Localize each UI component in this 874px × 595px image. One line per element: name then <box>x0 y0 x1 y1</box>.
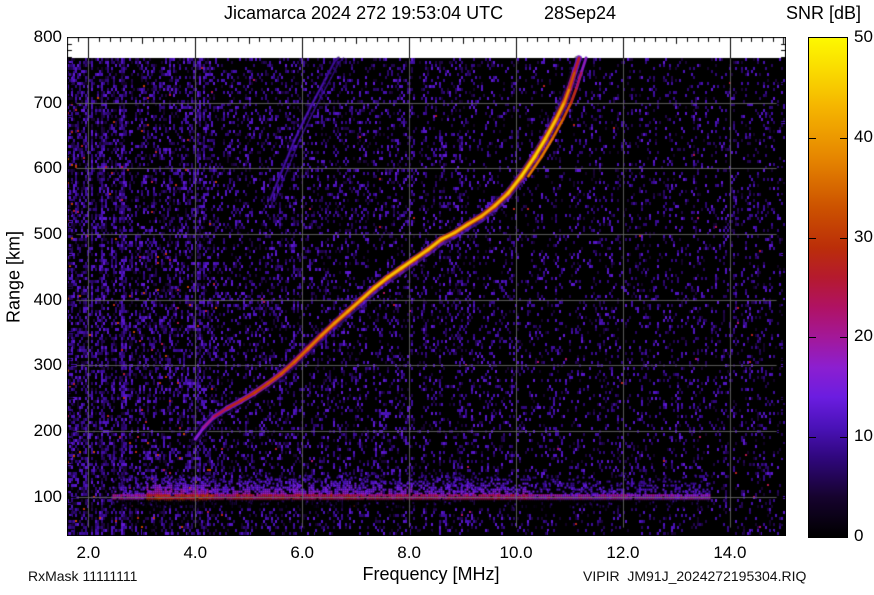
x-tick-label: 4.0 <box>183 543 208 562</box>
colorbar-title: SNR [dB] <box>786 3 862 23</box>
colorbar <box>808 37 848 538</box>
colorbar-tick-label: 50 <box>854 27 873 46</box>
colorbar-tick-label: 10 <box>854 426 873 446</box>
x-axis-label: Frequency [MHz] <box>362 564 500 584</box>
plot-area <box>67 37 786 536</box>
y-tick-label: 500 <box>33 223 62 243</box>
colorbar-tick <box>840 137 847 139</box>
colorbar-tick-label: 30 <box>854 226 873 246</box>
x-tick-label: 2.0 <box>76 543 101 562</box>
source-file-text: VIPIR JM91J_2024272195304.RIQ <box>583 568 807 584</box>
x-tick-label: 10.0 <box>499 543 533 562</box>
x-tick-label: 6.0 <box>290 543 315 562</box>
colorbar-tick-label: 40 <box>854 126 873 146</box>
ionogram-canvas <box>67 37 786 536</box>
y-tick-label: 700 <box>33 92 62 112</box>
rx-mask-text: RxMask 11111111 <box>28 568 138 584</box>
y-axis-label: Range [km] <box>3 230 24 324</box>
colorbar-tick <box>809 237 816 239</box>
plot-title: Jicamarca 2024 272 19:53:04 UTC <box>224 3 504 23</box>
y-tick-label: 200 <box>33 420 62 440</box>
y-tick-label: 600 <box>33 158 62 178</box>
colorbar-tick <box>840 437 847 439</box>
y-tick-label: 400 <box>33 289 62 309</box>
colorbar-tick <box>809 137 816 139</box>
y-tick-label: 300 <box>33 355 62 375</box>
x-tick-label: 12.0 <box>606 543 640 562</box>
colorbar-tick <box>840 237 847 239</box>
colorbar-tick-label: 20 <box>854 326 873 346</box>
y-tick-label: 800 <box>33 27 62 46</box>
x-tick-label: 8.0 <box>397 543 421 562</box>
colorbar-tick <box>809 437 816 439</box>
plot-date: 28Sep24 <box>544 3 617 23</box>
colorbar-tick-label: 0 <box>854 526 864 545</box>
ionogram-screen: Jicamarca 2024 272 19:53:04 UTC 28Sep24 … <box>0 0 874 595</box>
colorbar-tick <box>840 337 847 339</box>
x-tick-label: 14.0 <box>713 543 747 562</box>
y-tick-label: 100 <box>33 486 62 506</box>
colorbar-tick <box>809 337 816 339</box>
